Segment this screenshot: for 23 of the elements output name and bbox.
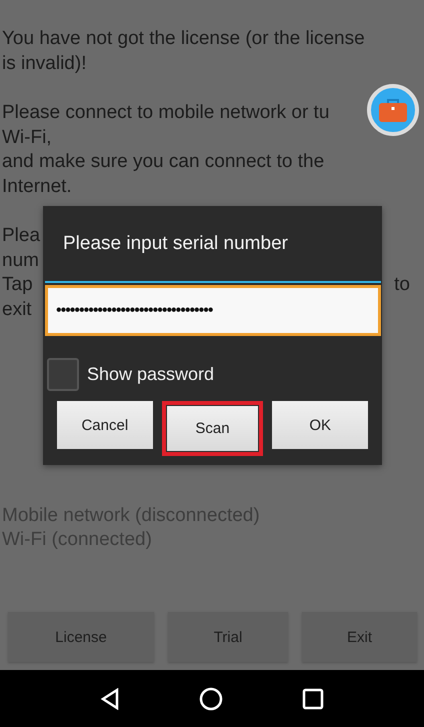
message-text: Plea <box>2 224 40 248</box>
message-text: Tap <box>2 273 33 297</box>
message-text: is invalid)! <box>2 52 86 76</box>
message-text: Please connect to mobile network or tu <box>2 101 330 125</box>
floating-bubble[interactable] <box>367 84 419 136</box>
show-password-checkbox[interactable] <box>47 358 79 390</box>
dialog-button[interactable]: OK <box>272 401 368 449</box>
message-text: Wi-Fi, <box>2 126 52 150</box>
back-icon[interactable] <box>100 688 120 710</box>
message-text: and make sure you can connect to the <box>2 150 324 174</box>
dialog-button[interactable]: Cancel <box>56 401 153 449</box>
dialog-title: Please input serial number <box>62 232 289 256</box>
recents-icon[interactable] <box>302 688 324 710</box>
message-text: You have not got the license (or the license <box>2 27 365 51</box>
dialog-button[interactable]: Scan <box>167 406 258 451</box>
message-text: num <box>2 248 39 272</box>
show-password-label: Show password <box>87 364 214 384</box>
serial-number-field[interactable]: •••••••••••••••••••••••••••••••••• <box>45 285 381 336</box>
message-text: to <box>394 273 410 297</box>
message-text: exit <box>2 298 32 322</box>
briefcase-icon <box>378 97 408 123</box>
home-icon[interactable] <box>198 686 223 710</box>
message-text: Internet. <box>2 174 72 198</box>
